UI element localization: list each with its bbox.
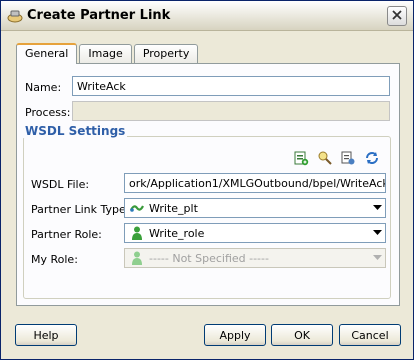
role-icon	[129, 225, 145, 241]
partner-link-type-icon	[129, 200, 145, 216]
process-label: Process:	[25, 106, 71, 119]
tab-property[interactable]: Property	[133, 44, 199, 63]
apply-button[interactable]: Apply	[204, 324, 266, 346]
create-partner-link-dialog: Create Partner Link General Image Proper…	[0, 0, 414, 360]
partner-role-value: Write_role	[149, 226, 205, 240]
name-field[interactable]: WriteAck	[72, 76, 390, 96]
tab-strip: General Image Property	[16, 43, 200, 64]
dialog-title: Create Partner Link	[27, 8, 171, 23]
process-field	[72, 101, 390, 121]
partner-link-icon	[7, 8, 23, 24]
partner-link-type-value: Write_plt	[149, 201, 198, 215]
my-role-label: My Role:	[31, 253, 78, 266]
wsdl-file-field[interactable]: ork/Application1/XMLGOutbound/bpel/Write…	[124, 173, 386, 193]
role-icon	[129, 250, 145, 266]
partner-link-type-label: Partner Link Type:	[31, 203, 130, 216]
chevron-down-icon	[369, 255, 385, 261]
tab-image-label: Image	[88, 47, 123, 60]
partner-link-type-select[interactable]: Write_plt	[124, 198, 386, 218]
chevron-down-icon	[369, 230, 385, 236]
service-explorer-icon[interactable]	[340, 150, 356, 166]
add-wsdl-icon[interactable]	[293, 150, 309, 166]
tab-property-label: Property	[142, 47, 190, 60]
wsdl-settings-title: WSDL Settings	[23, 124, 128, 138]
cancel-button[interactable]: Cancel	[339, 324, 401, 346]
tab-general-label: General	[25, 47, 69, 60]
close-button[interactable]	[387, 6, 407, 26]
partner-role-label: Partner Role:	[31, 228, 102, 241]
my-role-value: ----- Not Specified -----	[149, 251, 269, 265]
title-bar[interactable]: Create Partner Link	[1, 1, 413, 31]
partner-role-select[interactable]: Write_role	[124, 223, 386, 243]
ok-button[interactable]: OK	[271, 324, 333, 346]
wsdl-file-label: WSDL File:	[31, 178, 90, 191]
close-icon	[392, 9, 402, 23]
tab-general[interactable]: General	[16, 43, 78, 64]
browse-icon[interactable]	[317, 150, 333, 166]
help-button[interactable]: Help	[15, 324, 77, 346]
chevron-down-icon	[369, 205, 385, 211]
name-label: Name:	[25, 81, 62, 94]
my-role-select: ----- Not Specified -----	[124, 248, 386, 268]
tab-image[interactable]: Image	[79, 44, 132, 63]
refresh-icon[interactable]	[364, 150, 380, 166]
general-panel: Name: WriteAck Process: WSDL Settings WS…	[16, 63, 400, 306]
